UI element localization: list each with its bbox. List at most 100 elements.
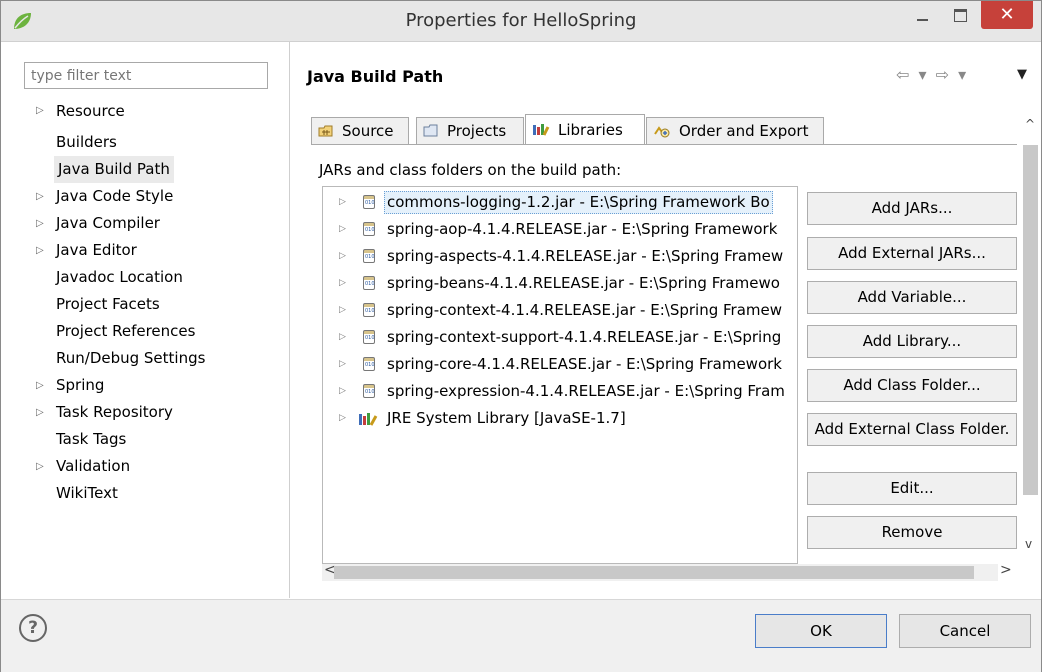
- scrollbar-thumb[interactable]: [1023, 145, 1038, 495]
- expand-twisty-icon[interactable]: ▷: [36, 399, 44, 426]
- nav-item-label: Task Tags: [56, 430, 127, 448]
- scrollbar-thumb[interactable]: [334, 566, 974, 579]
- list-item-label: commons-logging-1.2.jar - E:\Spring Fram…: [384, 191, 773, 214]
- expand-twisty-icon[interactable]: ▷: [339, 353, 346, 376]
- expand-twisty-icon[interactable]: ▷: [36, 237, 44, 264]
- nav-item-javadoc-location[interactable]: Javadoc Location: [24, 264, 284, 291]
- properties-dialog: Properties for HelloSpring ✕ ▷ Resource B…: [0, 0, 1042, 672]
- nav-item-java-build-path[interactable]: Java Build Path: [24, 156, 284, 183]
- tab-source[interactable]: Source: [311, 117, 409, 144]
- nav-item-label: Java Compiler: [56, 214, 160, 232]
- expand-twisty-icon[interactable]: ▷: [36, 99, 44, 123]
- nav-item-label: Builders: [56, 133, 117, 151]
- property-page-tree: ▷ Resource Builders Java Build Path ▷ Java…: [24, 99, 284, 507]
- nav-item-label: Java Code Style: [56, 187, 174, 205]
- tab-label: Projects: [447, 122, 507, 140]
- tab-divider: [311, 144, 1017, 145]
- tab-libraries[interactable]: Libraries: [525, 114, 645, 144]
- list-item-label: JRE System Library [JavaSE-1.7]: [387, 409, 626, 427]
- nav-item-label: Spring: [56, 376, 105, 394]
- nav-item-label: Java Editor: [56, 241, 137, 259]
- window-title: Properties for HelloSpring: [405, 10, 637, 31]
- close-button[interactable]: ✕: [981, 1, 1033, 29]
- nav-item-task-repository[interactable]: ▷ Task Repository: [24, 399, 284, 426]
- list-item-label: spring-aspects-4.1.4.RELEASE.jar - E:\Sp…: [387, 247, 784, 265]
- nav-item-label: Resource: [56, 102, 125, 120]
- nav-item-label: Java Build Path: [54, 156, 174, 183]
- nav-item-spring[interactable]: ▷ Spring: [24, 372, 284, 399]
- nav-item-label: Javadoc Location: [56, 268, 183, 286]
- nav-item-resource[interactable]: ▷ Resource: [24, 99, 284, 129]
- jar-icon: [363, 384, 375, 398]
- expand-twisty-icon[interactable]: ▷: [36, 372, 44, 399]
- minimize-button[interactable]: [905, 1, 939, 31]
- add-class-folder-button[interactable]: Add Class Folder...: [807, 369, 1017, 402]
- list-item-label: spring-beans-4.1.4.RELEASE.jar - E:\Spri…: [387, 274, 780, 292]
- jar-icon: [363, 330, 375, 344]
- source-icon: [318, 125, 333, 137]
- nav-item-builders[interactable]: Builders: [24, 129, 284, 156]
- nav-item-label: WikiText: [56, 484, 118, 502]
- vertical-scrollbar[interactable]: ^ v: [1021, 117, 1039, 557]
- expand-twisty-icon[interactable]: ▷: [339, 191, 346, 214]
- jar-icon: [363, 222, 375, 236]
- expand-twisty-icon[interactable]: ▷: [339, 326, 346, 349]
- scroll-up-icon[interactable]: ^: [1025, 117, 1035, 131]
- add-jars-button[interactable]: Add JARs...: [807, 192, 1017, 225]
- page-title: Java Build Path: [307, 67, 444, 86]
- libraries-label: JARs and class folders on the build path…: [319, 161, 622, 179]
- remove-button[interactable]: Remove: [807, 516, 1017, 549]
- expand-twisty-icon[interactable]: ▷: [339, 218, 346, 241]
- jar-icon: [363, 249, 375, 263]
- cancel-button[interactable]: Cancel: [899, 614, 1031, 648]
- nav-item-java-editor[interactable]: ▷ Java Editor: [24, 237, 284, 264]
- jar-icon: [363, 195, 375, 209]
- expand-twisty-icon[interactable]: ▷: [339, 245, 346, 268]
- expand-twisty-icon[interactable]: ▷: [339, 299, 346, 322]
- maximize-button[interactable]: [943, 1, 977, 31]
- nav-item-project-references[interactable]: Project References: [24, 318, 284, 345]
- expand-twisty-icon[interactable]: ▷: [36, 210, 44, 237]
- horizontal-scrollbar[interactable]: < >: [322, 562, 1012, 581]
- add-external-class-folder-button[interactable]: Add External Class Folder.: [807, 413, 1017, 446]
- nav-item-wikitext[interactable]: WikiText: [24, 480, 284, 507]
- view-menu-icon[interactable]: ▼: [1017, 67, 1027, 82]
- tab-label: Libraries: [558, 121, 623, 139]
- add-library-button[interactable]: Add Library...: [807, 325, 1017, 358]
- nav-item-java-compiler[interactable]: ▷ Java Compiler: [24, 210, 284, 237]
- sash-divider[interactable]: [289, 42, 290, 598]
- nav-item-validation[interactable]: ▷ Validation: [24, 453, 284, 480]
- jar-icon: [363, 303, 375, 317]
- nav-item-label: Project References: [56, 322, 196, 340]
- expand-twisty-icon[interactable]: ▷: [339, 272, 346, 295]
- nav-item-project-facets[interactable]: Project Facets: [24, 291, 284, 318]
- tab-order-and-export[interactable]: Order and Export: [646, 117, 824, 144]
- scroll-down-icon[interactable]: v: [1025, 537, 1032, 551]
- add-external-jars-button[interactable]: Add External JARs...: [807, 237, 1017, 270]
- nav-item-label: Task Repository: [56, 403, 173, 421]
- tab-projects[interactable]: Projects: [416, 117, 524, 144]
- expand-twisty-icon[interactable]: ▷: [339, 407, 346, 430]
- nav-item-run-debug-settings[interactable]: Run/Debug Settings: [24, 345, 284, 372]
- scroll-right-icon[interactable]: >: [1000, 562, 1012, 578]
- libraries-tree[interactable]: ▷ commons-logging-1.2.jar - E:\Spring Fra…: [322, 186, 798, 564]
- list-item-label: spring-expression-4.1.4.RELEASE.jar - E:…: [387, 382, 785, 400]
- add-variable-button[interactable]: Add Variable...: [807, 281, 1017, 314]
- nav-item-label: Project Facets: [56, 295, 160, 313]
- filter-input[interactable]: [24, 62, 268, 89]
- help-icon[interactable]: ?: [19, 614, 47, 642]
- dialog-footer: ? OK Cancel: [1, 599, 1041, 672]
- expand-twisty-icon[interactable]: ▷: [36, 183, 44, 210]
- nav-item-label: Validation: [56, 457, 131, 475]
- nav-item-task-tags[interactable]: Task Tags: [24, 426, 284, 453]
- expand-twisty-icon[interactable]: ▷: [339, 380, 346, 403]
- expand-twisty-icon[interactable]: ▷: [36, 453, 44, 480]
- title-bar: Properties for HelloSpring ✕: [1, 1, 1041, 42]
- tab-label: Order and Export: [679, 122, 809, 140]
- edit-button[interactable]: Edit...: [807, 472, 1017, 505]
- nav-item-java-code-style[interactable]: ▷ Java Code Style: [24, 183, 284, 210]
- nav-item-label: Run/Debug Settings: [56, 349, 206, 367]
- history-arrows-icon[interactable]: ⇦ ▾ ⇨ ▾: [896, 65, 968, 84]
- ok-button[interactable]: OK: [755, 614, 887, 648]
- library-icon: [359, 413, 378, 426]
